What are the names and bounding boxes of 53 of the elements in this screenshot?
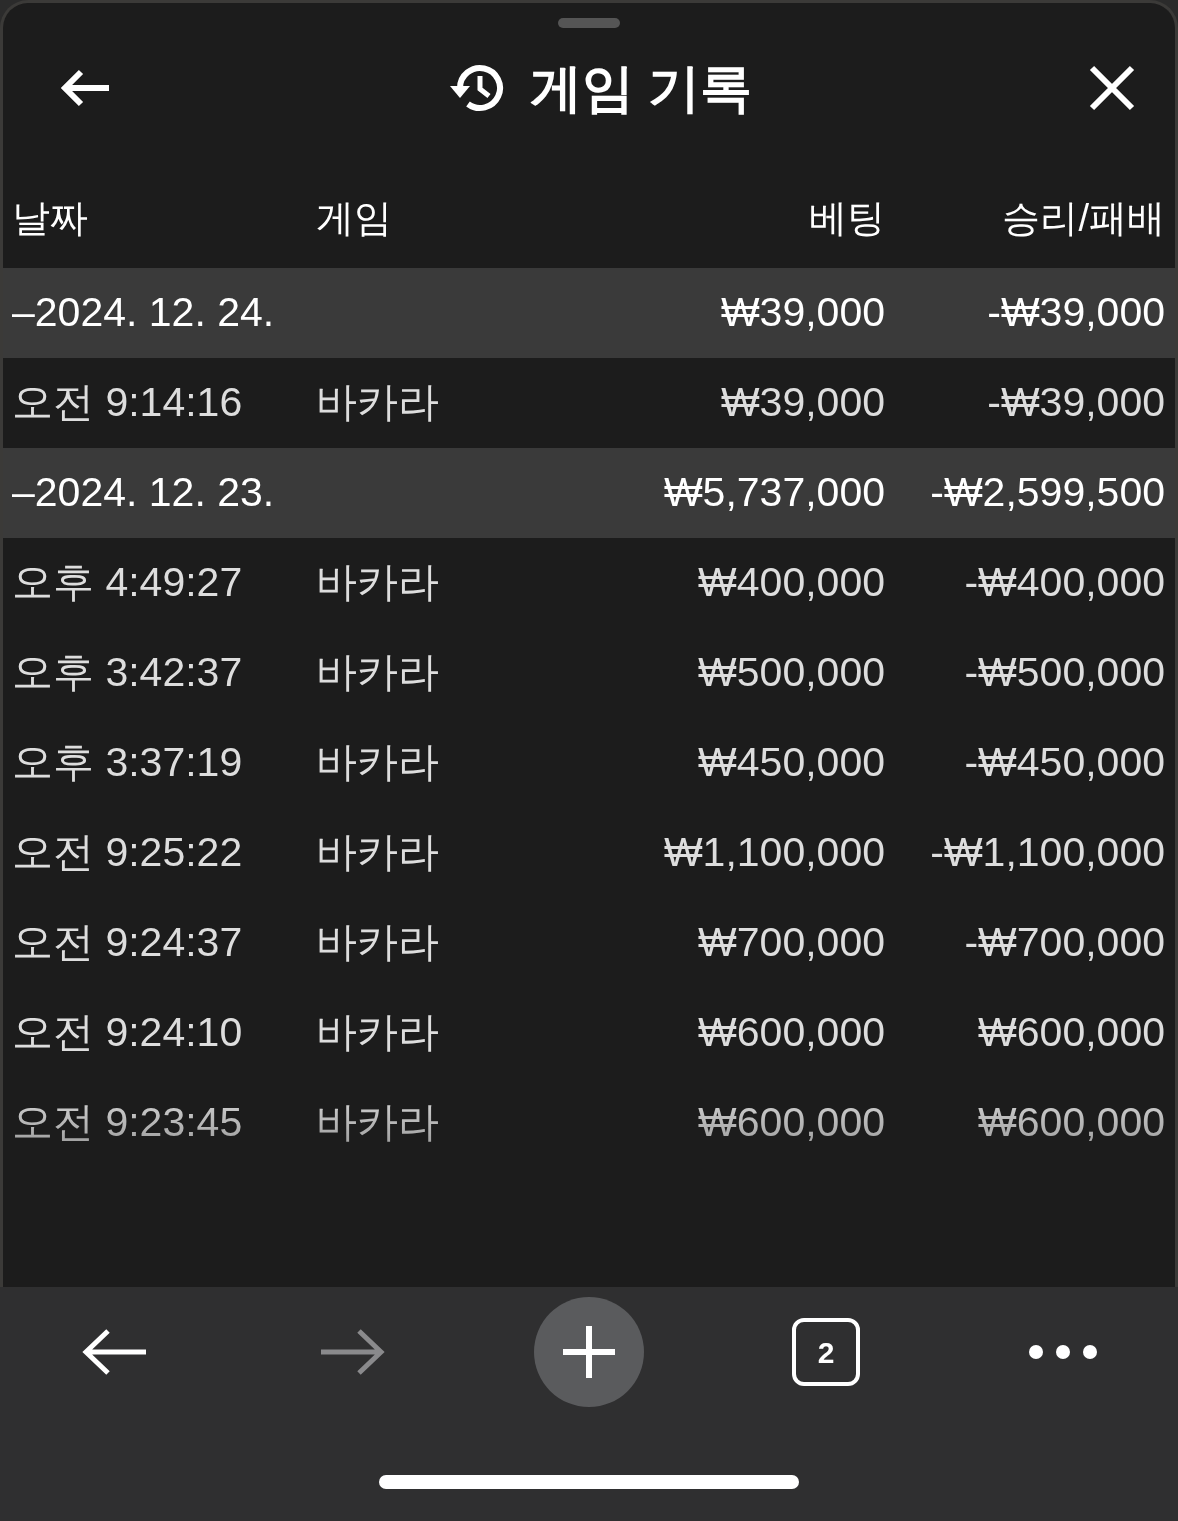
plus-icon	[561, 1324, 617, 1380]
date-group-row[interactable]: –2024. 12. 23. ₩5,737,000 -₩2,599,500	[3, 448, 1175, 538]
column-header: 게임	[316, 196, 392, 239]
table-cell: 바카라	[316, 1009, 439, 1056]
group-result-total: -₩2,599,500	[930, 469, 1165, 516]
table-cell: 바카라	[316, 829, 439, 876]
table-cell: ₩600,000	[978, 1009, 1165, 1056]
table-cell: ₩450,000	[698, 739, 885, 786]
table-cell: 오전 9:24:37	[12, 919, 243, 966]
table-cell: 오후 3:37:19	[12, 739, 243, 786]
table-cell: ₩1,100,000	[663, 829, 885, 876]
table-cell: -₩450,000	[964, 739, 1165, 786]
column-header: 날짜	[12, 196, 88, 239]
close-icon	[1089, 65, 1135, 111]
back-button[interactable]	[59, 68, 111, 108]
table-cell: 바카라	[316, 919, 439, 966]
column-header: 베팅	[809, 196, 885, 239]
table-cell: -₩39,000	[987, 379, 1165, 426]
more-icon	[1028, 1344, 1098, 1360]
table-cell: 오전 9:14:16	[12, 379, 243, 426]
tab-count-button[interactable]: 2	[771, 1297, 881, 1407]
drag-handle[interactable]	[558, 18, 620, 28]
table-cell: 바카라	[316, 1099, 439, 1146]
table-cell: -₩1,100,000	[930, 829, 1165, 876]
table-cell: ₩600,000	[978, 1099, 1165, 1146]
table-cell: 오전 9:23:45	[12, 1099, 243, 1146]
column-header: 승리/패배	[1002, 196, 1165, 239]
group-bet-total: ₩39,000	[720, 289, 885, 336]
group-bet-total: ₩5,737,000	[663, 469, 885, 516]
table-cell: 오전 9:24:10	[12, 1009, 243, 1056]
table-cell: ₩39,000	[720, 379, 885, 426]
table-cell: ₩700,000	[698, 919, 885, 966]
table-cell: 바카라	[316, 739, 439, 786]
table-cell: -₩400,000	[964, 559, 1165, 606]
group-date: –2024. 12. 23.	[12, 469, 275, 516]
table-cell: ₩400,000	[698, 559, 885, 606]
table-cell: 오후 3:42:37	[12, 649, 243, 696]
table-cell: ₩500,000	[698, 649, 885, 696]
table-cell: -₩700,000	[964, 919, 1165, 966]
table-cell: 바카라	[316, 649, 439, 696]
table-cell: -₩500,000	[964, 649, 1165, 696]
table-cell: ₩600,000	[698, 1009, 885, 1056]
table-cell: 오후 4:49:27	[12, 559, 243, 606]
table-cell: ₩600,000	[698, 1099, 885, 1146]
date-group-row[interactable]: –2024. 12. 24. ₩39,000 -₩39,000	[3, 268, 1175, 358]
page-title: 게임 기록	[529, 58, 753, 119]
close-button[interactable]	[1089, 65, 1135, 111]
table-cell: 오전 9:25:22	[12, 829, 243, 876]
table-cell: 바카라	[316, 559, 439, 606]
group-date: –2024. 12. 24.	[12, 289, 275, 336]
table-cell: 바카라	[316, 379, 439, 426]
back-arrow-icon	[59, 68, 111, 108]
group-result-total: -₩39,000	[987, 289, 1165, 336]
